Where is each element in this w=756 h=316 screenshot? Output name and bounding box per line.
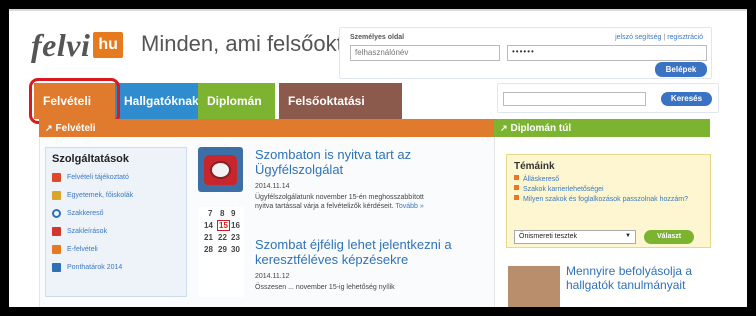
calendar-day: 14	[204, 221, 213, 230]
service-szakkereso[interactable]: Szakkereső	[52, 209, 104, 218]
login-button[interactable]: Belépek	[655, 62, 707, 77]
students-photo[interactable]	[508, 266, 560, 307]
service-szakleirasok[interactable]: Szakleírások	[52, 227, 107, 236]
calendar-day: 21	[204, 233, 213, 242]
news-title[interactable]: Szombat éjfélig lehet jelentkezni a kere…	[255, 237, 452, 267]
calendar-day: 22	[218, 233, 227, 242]
password-help-link[interactable]: jelszó segítség	[615, 34, 661, 41]
brochure-icon	[52, 173, 61, 182]
service-felveteli-tajekoztato[interactable]: Felvételi tájékoztató	[52, 173, 129, 182]
link-separator: |	[663, 34, 666, 41]
login-panel: Személyes oldal jelszó segítség | regisztr…	[339, 27, 712, 79]
news-title[interactable]: Szombaton is nyitva tart az Ügyfélszolgá…	[255, 147, 411, 177]
arrow-icon: ↗	[500, 123, 508, 133]
bullet-icon	[514, 175, 519, 180]
topic-link[interactable]: Milyen szakok és foglalkozások passzolna…	[514, 195, 704, 204]
services-title: Szolgáltatások	[52, 153, 130, 165]
service-label: Szakkereső	[67, 210, 104, 217]
section-title: Diplomán túl	[510, 123, 572, 134]
arrow-icon: ↗	[45, 123, 53, 133]
calendar-day: 7	[208, 209, 213, 218]
topic-label: Szakok karrierlehetőségei	[523, 186, 604, 193]
more-link[interactable]: Tovább »	[395, 203, 423, 210]
felvi-logo[interactable]: felvi hu	[31, 25, 123, 65]
dial-icon	[210, 161, 231, 179]
calendar-day: 23	[231, 233, 240, 242]
news-text-line: nyitva tartással várja a felvételizők ké…	[255, 202, 424, 211]
topic-label: Milyen szakok és foglalkozások passzolna…	[523, 196, 688, 203]
news-date: 2014.11.14	[255, 183, 290, 190]
calendar-day: 8	[220, 209, 225, 218]
calendar-day-highlighted: 15	[217, 220, 230, 231]
section-title: Felvételi	[55, 123, 96, 134]
search-button[interactable]: Keresés	[661, 92, 712, 106]
promo-title[interactable]: Mennyire befolyásolja a hallgatók tanulm…	[566, 264, 712, 292]
service-label: Ponthatárok 2014	[67, 264, 123, 271]
chevron-down-icon: ▼	[625, 233, 631, 239]
news-text-fragment: nyitva tartással várja a felvételizők ké…	[255, 203, 394, 210]
service-e-felveteli[interactable]: E-felvételi	[52, 245, 98, 254]
browser-viewport: felvi hu Minden, ami felsőoktatás Személ…	[9, 9, 747, 307]
service-label: E-felvételi	[67, 246, 98, 253]
topics-box: Témáink Álláskereső Szakok karrierlehető…	[506, 154, 711, 248]
search-input[interactable]	[503, 92, 646, 106]
e-felveteli-icon	[52, 245, 61, 254]
service-label: Egyetemek, főiskolák	[67, 192, 134, 199]
promo-title-line: hallgatók tanulmányait	[566, 278, 686, 292]
news-text-line: Összesen ... november 15-ig lehetőség ny…	[255, 284, 395, 291]
service-label: Felvételi tájékoztató	[67, 174, 129, 181]
login-links: jelszó segítség | regisztráció	[615, 34, 703, 41]
chart-icon	[52, 263, 61, 272]
calendar-day: 30	[231, 245, 240, 254]
tab-diploman-tul[interactable]: Diplomán túl	[198, 83, 275, 144]
password-field[interactable]: ••••••	[507, 45, 707, 61]
calendar-day: 29	[218, 245, 227, 254]
bullet-icon	[514, 185, 519, 190]
topic-label: Álláskereső	[523, 176, 560, 183]
university-icon	[52, 191, 61, 200]
logo-tld: hu	[93, 32, 123, 58]
login-title: Személyes oldal	[350, 34, 405, 41]
felveteli-section-header[interactable]: ↗ Felvételi	[39, 119, 494, 137]
service-label: Szakleírások	[67, 228, 108, 235]
search-icon	[52, 209, 61, 218]
service-egyetemek[interactable]: Egyetemek, főiskolák	[52, 191, 133, 200]
promo-title-line: Mennyire befolyásolja a	[566, 264, 693, 278]
bullet-icon	[514, 195, 519, 200]
telephone-image[interactable]	[198, 147, 243, 192]
calendar-day: 16	[231, 221, 240, 230]
document-icon	[52, 227, 61, 236]
calendar-image[interactable]: 7 8 9 14 15 16 21 22 23 28 29 30	[198, 207, 244, 297]
tab-felsooktatasi-muhely[interactable]: Felsőoktatási műhely	[279, 83, 402, 144]
select-value: Önismereti tesztek	[519, 233, 577, 240]
news-title-line: Szombaton is nyitva tart az	[255, 147, 412, 162]
topics-title: Témáink	[514, 161, 555, 172]
news-text: Összesen ... november 15-ig lehetőség ny…	[255, 283, 395, 292]
tab-hallgatoknak[interactable]: Hallgatóknak	[115, 83, 199, 119]
news-text: Ügyfélszolgálatunk november 15-én meghos…	[255, 193, 424, 211]
calendar-day: 9	[231, 209, 236, 218]
news-text-line: Ügyfélszolgálatunk november 15-én meghos…	[255, 194, 424, 201]
news-title-line: Ügyfélszolgálat	[255, 162, 344, 177]
topic-link[interactable]: Szakok karrierlehetőségei	[514, 185, 604, 194]
service-ponthatarok[interactable]: Ponthatárok 2014	[52, 263, 122, 272]
news-title-line: Szombat éjfélig lehet jelentkezni a	[255, 237, 452, 252]
highlight-ring	[29, 78, 120, 124]
search-panel: Keresés	[497, 83, 719, 113]
news-date: 2014.11.12	[255, 273, 290, 280]
logo-text: felvi	[31, 26, 91, 63]
news-title-line: keresztféléves képzésekre	[255, 252, 409, 267]
topic-link[interactable]: Álláskereső	[514, 175, 559, 184]
calendar-day: 28	[204, 245, 213, 254]
register-link[interactable]: regisztráció	[667, 34, 703, 41]
services-box: Szolgáltatások Felvételi tájékoztató Egy…	[45, 147, 187, 297]
username-field[interactable]: felhasználónév	[350, 45, 500, 61]
select-topic-button[interactable]: Választ	[644, 230, 694, 244]
topic-select[interactable]: Önismereti tesztek ▼	[514, 230, 636, 244]
diploman-section-header[interactable]: ↗ Diplomán túl	[494, 119, 710, 137]
